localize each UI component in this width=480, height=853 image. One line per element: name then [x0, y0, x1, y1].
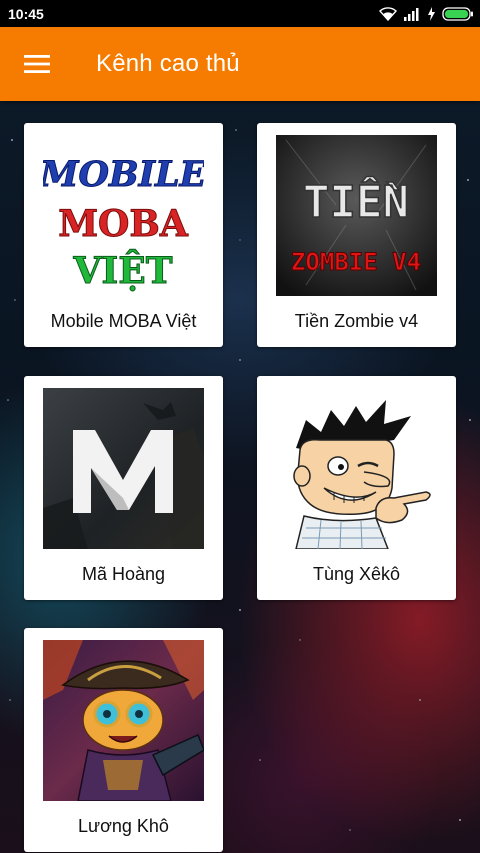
channel-card[interactable]: Lương Khô: [24, 628, 223, 852]
svg-text:MOBILE: MOBILE: [43, 154, 204, 195]
mobile-moba-viet-logo: MOBILE MOBA VIỆT: [43, 135, 204, 296]
app-bar: Kênh cao thủ: [0, 27, 480, 101]
channel-card[interactable]: Tùng Xêkô: [257, 376, 456, 600]
tien-zombie-v4-logo: TIỀN ZOMBIE V4: [276, 135, 437, 296]
channel-card[interactable]: Mã Hoàng: [24, 376, 223, 600]
status-bar: 10:45: [0, 0, 480, 27]
signal-icon: [404, 7, 419, 21]
svg-text:VIỆT: VIỆT: [73, 249, 173, 292]
channel-name: Mobile MOBA Việt: [50, 311, 197, 331]
channel-name: Mã Hoàng: [81, 564, 166, 584]
channel-name: Tùng Xêkô: [312, 564, 401, 584]
wifi-icon: [379, 6, 397, 21]
ma-hoang-m-logo: [43, 388, 204, 549]
status-time: 10:45: [8, 5, 44, 22]
battery-icon: [442, 6, 473, 21]
svg-text:ZOMBIE V4: ZOMBIE V4: [291, 248, 421, 276]
hamburger-menu-icon[interactable]: [0, 27, 74, 101]
svg-text:TIỀN: TIỀN: [303, 175, 409, 228]
channel-card[interactable]: MOBILE MOBA VIỆT Mobile MOBA Việt: [24, 123, 223, 347]
channel-name: Tiền Zombie v4: [294, 311, 419, 331]
status-icons: [379, 6, 474, 21]
svg-text:MOBA: MOBA: [58, 203, 189, 245]
page-title: Kênh cao thủ: [96, 50, 240, 77]
game-hero-artwork: [43, 640, 204, 801]
channel-card[interactable]: TIỀN ZOMBIE V4 Tiền Zombie v4: [257, 123, 456, 347]
channel-name: Lương Khô: [78, 816, 169, 836]
cartoon-character-pointing-avatar: [276, 388, 437, 549]
charging-icon: [428, 6, 435, 21]
